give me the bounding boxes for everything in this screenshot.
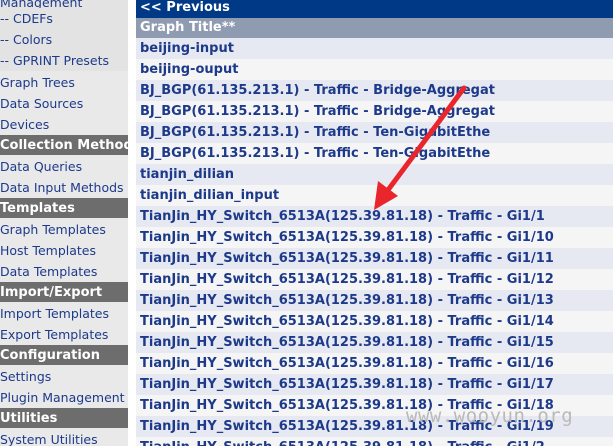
sidebar-item-data-input-methods[interactable]: Data Input Methods (0, 177, 128, 198)
sidebar-item-host-templates[interactable]: Host Templates (0, 240, 128, 261)
sidebar-section-collection-methods: Collection Methods (0, 135, 128, 156)
sidebar-item-graph-trees[interactable]: Graph Trees (0, 72, 128, 93)
graph-row[interactable]: TianJin_HY_Switch_6513A(125.39.81.18) - … (136, 311, 613, 332)
sidebar-item-devices[interactable]: Devices (0, 114, 128, 135)
sidebar-item-data-sources[interactable]: Data Sources (0, 93, 128, 114)
sidebar-item-export-templates[interactable]: Export Templates (0, 324, 128, 345)
graph-row[interactable]: TianJin_HY_Switch_6513A(125.39.81.18) - … (136, 290, 613, 311)
graph-title-column-header[interactable]: Graph Title** (136, 18, 613, 38)
graph-row[interactable]: TianJin_HY_Switch_6513A(125.39.81.18) - … (136, 374, 613, 395)
graph-row[interactable]: BJ_BGP(61.135.213.1) - Traffic - Bridge-… (136, 101, 613, 122)
graph-row[interactable]: TianJin_HY_Switch_6513A(125.39.81.18) - … (136, 332, 613, 353)
sidebar-divider (128, 0, 136, 446)
sidebar-section-import-export: Import/Export (0, 282, 128, 303)
sidebar-item-plugin-management[interactable]: Plugin Management (0, 387, 128, 408)
graph-row[interactable]: TianJin_HY_Switch_6513A(125.39.81.18) - … (136, 227, 613, 248)
sidebar-item-cdefs[interactable]: -- CDEFs (0, 8, 128, 29)
sidebar-section-utilities: Utilities (0, 408, 128, 429)
previous-page-link[interactable]: << Previous (136, 0, 613, 18)
sidebar-item-settings[interactable]: Settings (0, 366, 128, 387)
graph-row[interactable]: tianjin_dilian_input (136, 185, 613, 206)
graph-row[interactable]: TianJin_HY_Switch_6513A(125.39.81.18) - … (136, 206, 613, 227)
graph-row[interactable]: TianJin_HY_Switch_6513A(125.39.81.18) - … (136, 269, 613, 290)
sidebar-item-data-templates[interactable]: Data Templates (0, 261, 128, 282)
sidebar-section-templates: Templates (0, 198, 128, 219)
sidebar-item-import-templates[interactable]: Import Templates (0, 303, 128, 324)
graph-row[interactable]: beijing-ouput (136, 59, 613, 80)
graph-row[interactable]: BJ_BGP(61.135.213.1) - Traffic - Bridge-… (136, 80, 613, 101)
graph-row[interactable]: TianJin_HY_Switch_6513A(125.39.81.18) - … (136, 353, 613, 374)
sidebar: Management -- CDEFs -- Colors -- GPRINT Pre… (0, 0, 128, 446)
sidebar-item-data-queries[interactable]: Data Queries (0, 156, 128, 177)
sidebar-item-graph-templates[interactable]: Graph Templates (0, 219, 128, 240)
graph-row[interactable]: TianJin_HY_Switch_6513A(125.39.81.18) - … (136, 437, 613, 446)
sidebar-item-colors[interactable]: -- Colors (0, 29, 128, 50)
watermark: www.wooyun.org (406, 405, 574, 427)
graph-row[interactable]: beijing-input (136, 38, 613, 59)
graph-list: << Previous Graph Title** beijing-input b… (136, 0, 613, 446)
sidebar-item-gprint-presets[interactable]: -- GPRINT Presets (0, 50, 128, 71)
graph-row[interactable]: BJ_BGP(61.135.213.1) - Traffic - Ten-Gig… (136, 143, 613, 164)
sidebar-section-configuration: Configuration (0, 345, 128, 366)
graph-row[interactable]: tianjin_dilian (136, 164, 613, 185)
graph-row[interactable]: BJ_BGP(61.135.213.1) - Traffic - Ten-Gig… (136, 122, 613, 143)
graph-row[interactable]: TianJin_HY_Switch_6513A(125.39.81.18) - … (136, 248, 613, 269)
sidebar-item-system-utilities[interactable]: System Utilities (0, 429, 128, 446)
